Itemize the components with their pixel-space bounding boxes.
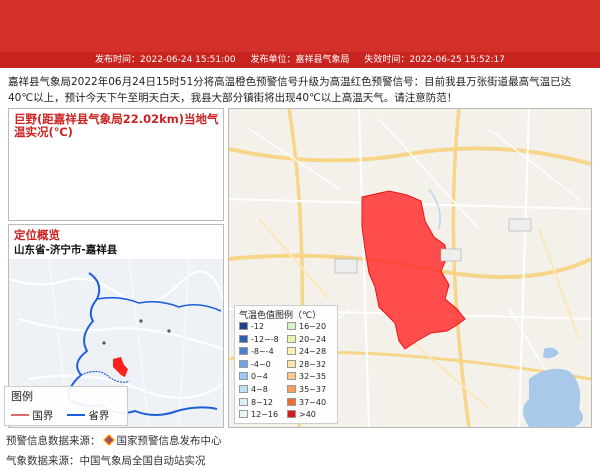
color-legend-label: -8~-4: [251, 347, 274, 357]
color-legend-label: 8~12: [251, 397, 273, 407]
color-swatch: [287, 334, 296, 343]
color-swatch: [287, 385, 296, 393]
color-legend-item: 12~16: [239, 410, 278, 420]
color-legend-item: >40: [287, 410, 316, 420]
weather-source-line: 气象数据来源：中国气象局全国自动站实况: [6, 455, 206, 467]
publish-time: 发布时间：2022-06-24 15:51:00: [95, 55, 236, 65]
color-legend-title: 气温色值图例（℃）: [239, 311, 322, 321]
lake: [523, 368, 583, 427]
color-legend-label: -12~-8: [251, 334, 279, 344]
color-legend-label: 16~20: [299, 322, 327, 331]
color-swatch: [239, 410, 248, 419]
warning-bulletin: 嘉祥县气象局2022年06月24日15时51分将高温橙色预警信号升级为高温红色预…: [8, 76, 572, 104]
color-legend-item: -12: [239, 322, 264, 332]
national-border-label: 国界: [32, 410, 54, 422]
color-legend-item: -8~-4: [239, 347, 274, 357]
warning-source-label: 预警信息数据来源：: [6, 435, 101, 447]
color-legend-item: -4~0: [239, 359, 271, 370]
color-legend-label: -4~0: [251, 359, 271, 369]
color-legend-item: -12~-8: [239, 334, 279, 345]
color-legend-label: >40: [299, 410, 316, 420]
temperature-color-legend: 气温色值图例（℃） -12 -12~-8 -8~-4 -4~0 0~4 4~8 8~12 12…: [234, 305, 338, 424]
color-legend-label: -12: [251, 322, 265, 331]
color-legend-label: 20~24: [299, 334, 327, 344]
color-legend-item: 20~24: [287, 334, 327, 345]
color-legend-label: 24~28: [299, 347, 327, 357]
expire-time: 失效时间：2022-06-25 15:52:17: [364, 55, 505, 65]
color-swatch: [287, 397, 296, 406]
color-legend-item: 37~40: [287, 397, 327, 408]
color-swatch: [287, 347, 296, 356]
color-swatch: [239, 359, 248, 368]
color-swatch: [287, 372, 296, 381]
main-map-panel: 气温色值图例（℃） -12 -12~-8 -8~-4 -4~0 0~4 4~8 8~12 12…: [228, 108, 592, 428]
color-swatch: [239, 322, 248, 330]
meta-bar: 发布时间：2022-06-24 15:51:00 发布单位：嘉祥县气象局 失效时…: [0, 52, 600, 68]
location-title: 定位概览: [14, 228, 60, 242]
color-legend-label: 12~16: [251, 410, 279, 420]
color-swatch: [287, 410, 296, 419]
color-legend-item: 35~37: [287, 385, 326, 395]
color-swatch: [239, 385, 248, 393]
color-legend-item: 16~20: [287, 322, 326, 332]
color-legend-item: 28~32: [287, 359, 327, 370]
provincial-border-swatch: [67, 414, 85, 416]
color-legend-label: 4~8: [251, 385, 268, 394]
station-title: 巨野(距嘉祥县气象局22.02km)当地气温实况(℃): [14, 112, 219, 139]
warning-source-link[interactable]: 国家预警信息发布中心: [117, 435, 222, 447]
color-legend-label: 28~32: [299, 359, 327, 369]
color-legend-item: 4~8: [239, 385, 268, 395]
warning-source-line: 预警信息数据来源： 国家预警信息发布中心: [6, 433, 222, 448]
color-legend-item: 8~12: [239, 397, 273, 408]
station-panel: 巨野(距嘉祥县气象局22.02km)当地气温实况(℃): [8, 108, 224, 221]
national-border-swatch: [11, 414, 29, 416]
color-swatch: [239, 347, 248, 356]
color-swatch: [239, 372, 248, 381]
color-swatch: [239, 397, 248, 406]
color-swatch: [287, 359, 296, 368]
header-banner: [0, 0, 600, 52]
provincial-border-label: 省界: [88, 410, 110, 422]
color-legend-item: 32~35: [287, 372, 326, 382]
color-legend-label: 37~40: [299, 397, 327, 407]
color-legend-item: 24~28: [287, 347, 326, 357]
color-swatch: [239, 334, 248, 343]
overview-legend: 图例 国界 省界: [4, 386, 128, 426]
color-legend-label: 0~4: [251, 372, 268, 382]
color-legend-item: 0~4: [239, 372, 268, 382]
publisher: 发布单位：嘉祥县气象局: [250, 55, 350, 65]
overview-legend-title: 图例: [11, 390, 33, 403]
color-swatch: [287, 322, 296, 330]
location-subtitle: 山东省-济宁市-嘉祥县: [14, 244, 118, 256]
color-legend-label: 35~37: [299, 385, 327, 394]
color-legend-label: 32~35: [299, 372, 327, 382]
release-center-logo-icon: [102, 434, 115, 446]
